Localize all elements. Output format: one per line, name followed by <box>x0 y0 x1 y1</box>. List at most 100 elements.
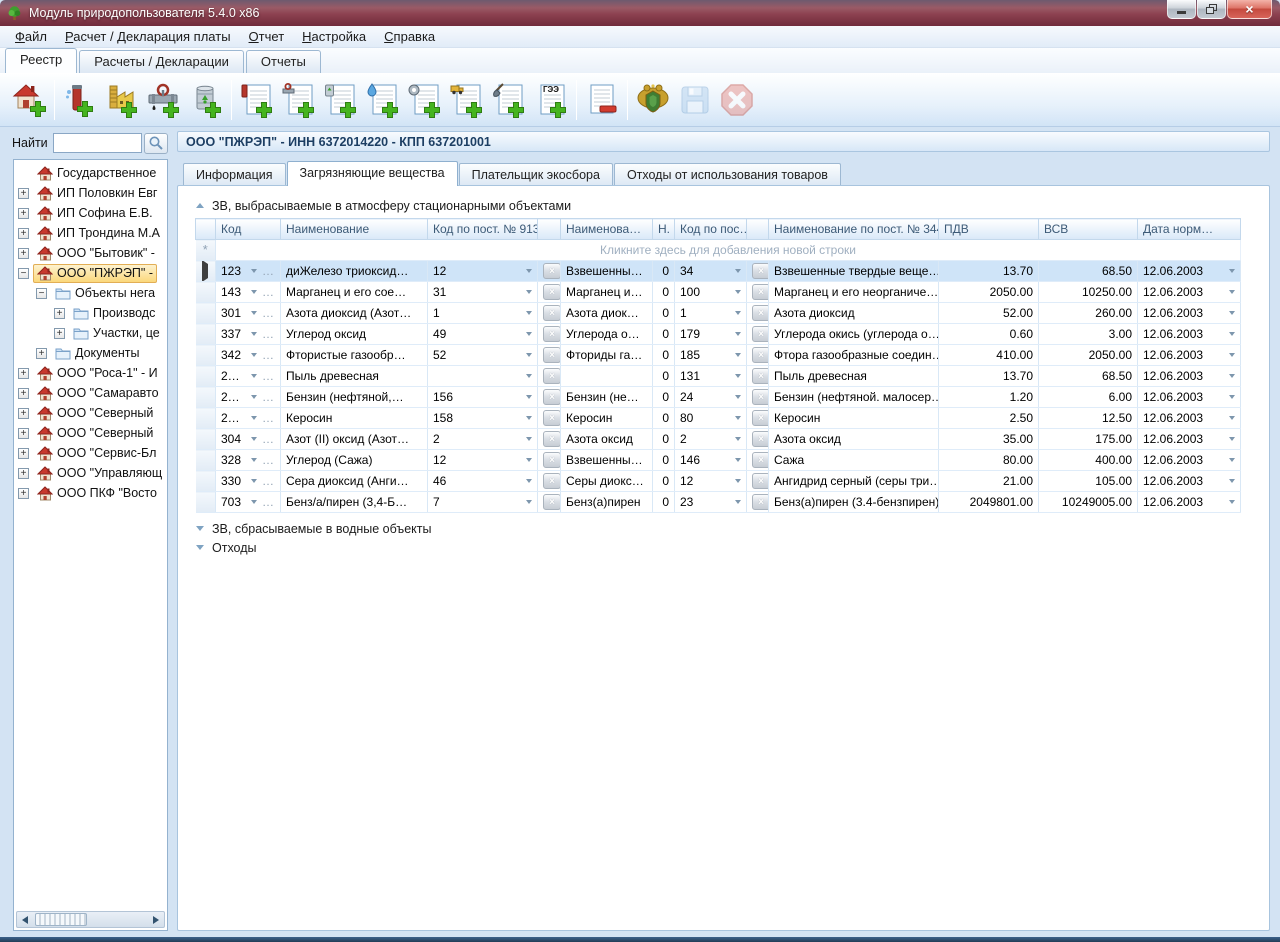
clear-value-button[interactable]: × <box>752 494 769 510</box>
clear-value-button[interactable]: × <box>752 431 769 447</box>
code344-cell[interactable]: 185 <box>675 345 747 366</box>
new-row-hint[interactable]: Кликните здесь для добавления новой стро… <box>216 240 1241 261</box>
add-doc-waste-button[interactable] <box>320 77 362 123</box>
clear-value-button[interactable]: × <box>543 347 561 363</box>
pdv-cell[interactable]: 1.20 <box>939 387 1039 408</box>
dropdown-icon[interactable] <box>251 458 257 462</box>
tree-node-0[interactable]: Государственное <box>14 163 167 183</box>
section-waste[interactable]: Отходы <box>196 538 1255 557</box>
dropdown-icon[interactable] <box>251 395 257 399</box>
expand-section-icon[interactable] <box>196 526 204 531</box>
ellipsis-button[interactable]: … <box>262 453 275 467</box>
ellipsis-button[interactable]: … <box>262 348 275 362</box>
tree-horizontal-scrollbar[interactable] <box>16 911 165 928</box>
dropdown-icon[interactable] <box>735 395 741 399</box>
name913-cell[interactable]: Бензин (не… <box>561 387 653 408</box>
pdv-cell[interactable]: 2050.00 <box>939 282 1039 303</box>
column-header-4[interactable] <box>538 219 561 240</box>
table-row[interactable]: 2……Пыль древесная×0131×Пыль древесная13.… <box>196 366 1241 387</box>
code344-cell[interactable]: 179 <box>675 324 747 345</box>
clear-value-button[interactable]: × <box>752 263 769 279</box>
pdv-cell[interactable]: 35.00 <box>939 429 1039 450</box>
dropdown-icon[interactable] <box>526 311 532 315</box>
n-cell[interactable]: 0 <box>653 408 675 429</box>
tree-node-7[interactable]: +Производс <box>14 303 167 323</box>
main-tab-1[interactable]: Расчеты / Декларации <box>79 50 244 73</box>
date-cell[interactable]: 12.06.2003 <box>1138 387 1241 408</box>
table-row[interactable]: 328…Углерод (Сажа)12×Взвешенны…0146×Сажа… <box>196 450 1241 471</box>
tree-node-14[interactable]: +ООО "Сервис-Бл <box>14 443 167 463</box>
table-row[interactable]: 143…Марганец и его сое…31×Марганец и…010… <box>196 282 1241 303</box>
tree-node-12[interactable]: +ООО "Северный <box>14 403 167 423</box>
clear-value-button[interactable]: × <box>543 284 561 300</box>
add-doc-emission-button[interactable] <box>236 77 278 123</box>
column-header-7[interactable]: Код по пос… <box>675 219 747 240</box>
add-doc-discharge-button[interactable] <box>278 77 320 123</box>
column-header-1[interactable]: Код <box>216 219 281 240</box>
menu-item-3[interactable]: Настройка <box>293 27 375 46</box>
n-cell[interactable]: 0 <box>653 471 675 492</box>
dropdown-icon[interactable] <box>251 437 257 441</box>
vsv-cell[interactable]: 10250.00 <box>1039 282 1138 303</box>
column-header-6[interactable]: Н. <box>653 219 675 240</box>
scroll-left-icon[interactable] <box>17 916 33 924</box>
tree-node-5[interactable]: −ООО "ПЖРЭП" - <box>14 263 167 283</box>
column-header-11[interactable]: ВСВ <box>1039 219 1138 240</box>
expand-section-icon[interactable] <box>196 545 204 550</box>
dropdown-icon[interactable] <box>1229 437 1235 441</box>
vsv-cell[interactable]: 10249005.00 <box>1039 492 1138 513</box>
tree-node-10[interactable]: +ООО "Роса-1" - И <box>14 363 167 383</box>
name913-cell[interactable]: Керосин <box>561 408 653 429</box>
ellipsis-button[interactable]: … <box>262 411 275 425</box>
expand-icon[interactable]: + <box>18 368 29 379</box>
dropdown-icon[interactable] <box>251 374 257 378</box>
dropdown-icon[interactable] <box>1229 416 1235 420</box>
collapse-icon[interactable]: − <box>18 268 29 279</box>
clear-value-button[interactable]: × <box>543 473 561 489</box>
pdv-cell[interactable]: 13.70 <box>939 261 1039 282</box>
dropdown-icon[interactable] <box>1229 458 1235 462</box>
name-cell[interactable]: Керосин <box>281 408 428 429</box>
column-header-0[interactable] <box>196 219 216 240</box>
code913-cell[interactable]: 52 <box>428 345 538 366</box>
code-cell[interactable]: 2…… <box>216 408 281 429</box>
expand-icon[interactable]: + <box>18 188 29 199</box>
search-button[interactable] <box>144 133 168 154</box>
tree-node-6[interactable]: −Объекты нега <box>14 283 167 303</box>
pdv-cell[interactable]: 52.00 <box>939 303 1039 324</box>
vsv-cell[interactable]: 260.00 <box>1039 303 1138 324</box>
name-cell[interactable]: диЖелезо триоксид… <box>281 261 428 282</box>
dropdown-icon[interactable] <box>1229 332 1235 336</box>
name344-cell[interactable]: Бензин (нефтяной. малосер… <box>769 387 939 408</box>
ellipsis-button[interactable]: … <box>262 390 275 404</box>
code344-cell[interactable]: 24 <box>675 387 747 408</box>
dropdown-icon[interactable] <box>735 500 741 504</box>
pdv-cell[interactable]: 21.00 <box>939 471 1039 492</box>
vsv-cell[interactable]: 68.50 <box>1039 261 1138 282</box>
clear-value-button[interactable]: × <box>543 263 561 279</box>
pdv-cell[interactable]: 0.60 <box>939 324 1039 345</box>
add-doc-water-button[interactable] <box>362 77 404 123</box>
add-discharge-outlet-button[interactable] <box>143 77 185 123</box>
dropdown-icon[interactable] <box>735 416 741 420</box>
vsv-cell[interactable]: 6.00 <box>1039 387 1138 408</box>
dropdown-icon[interactable] <box>1229 374 1235 378</box>
name344-cell[interactable]: Азота диоксид <box>769 303 939 324</box>
column-header-3[interactable]: Код по пост. № 913 <box>428 219 538 240</box>
new-row-line[interactable]: *Кликните здесь для добавления новой стр… <box>196 240 1241 261</box>
dropdown-icon[interactable] <box>251 290 257 294</box>
dropdown-icon[interactable] <box>526 269 532 273</box>
clear-value-button[interactable]: × <box>752 284 769 300</box>
clear-value-button[interactable]: × <box>752 347 769 363</box>
name913-cell[interactable]: Азота оксид <box>561 429 653 450</box>
column-header-5[interactable]: Наименова… <box>561 219 653 240</box>
n-cell[interactable]: 0 <box>653 366 675 387</box>
expand-icon[interactable]: + <box>18 208 29 219</box>
clear-value-button[interactable]: × <box>752 452 769 468</box>
dropdown-icon[interactable] <box>526 500 532 504</box>
pdv-cell[interactable]: 410.00 <box>939 345 1039 366</box>
detail-tab-1[interactable]: Загрязняющие вещества <box>287 161 458 186</box>
dropdown-icon[interactable] <box>1229 269 1235 273</box>
dropdown-icon[interactable] <box>251 332 257 336</box>
tree-node-3[interactable]: +ИП Трондина М.А <box>14 223 167 243</box>
